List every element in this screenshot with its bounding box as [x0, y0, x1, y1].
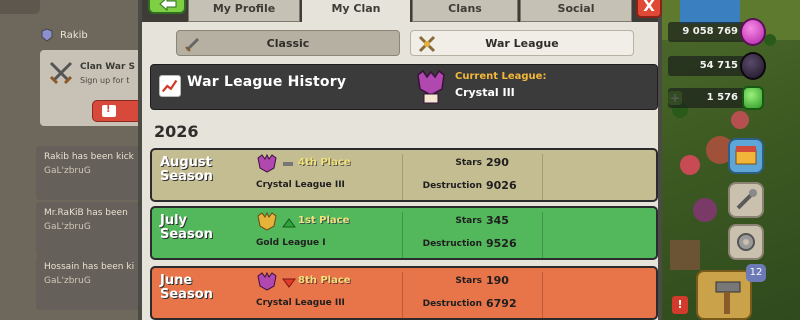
crystal-league-icon [257, 271, 277, 291]
chat-panel: Rakib Clan War S Sign up for t Rakib has… [0, 0, 138, 320]
stars-value: 190 [486, 274, 509, 287]
league-name: Crystal League III [256, 180, 345, 190]
season-name: August Season [160, 155, 213, 184]
stars-label: Stars [455, 158, 482, 168]
season-name: June Season [160, 273, 213, 302]
row-divider [402, 272, 403, 318]
row-divider [542, 212, 543, 258]
crystal-league-icon [417, 69, 445, 104]
info-icon [102, 104, 116, 117]
chat-message-text: Hossain has been ki [44, 262, 135, 272]
league-name: Gold League I [256, 238, 326, 248]
close-button[interactable]: X [636, 0, 662, 18]
war-league-history-header: War League History Current League: Cryst… [150, 64, 658, 110]
season-row-july[interactable]: July Season 1st Place Gold League I Stars… [150, 206, 658, 260]
sword-icon [185, 37, 200, 52]
settings-button[interactable] [728, 224, 764, 260]
place-same-icon [283, 162, 293, 166]
clan-war-card[interactable]: Clan War S Sign up for t [40, 50, 138, 126]
destruction-value: 6792 [486, 297, 517, 310]
tools-icon [736, 189, 757, 210]
gem-icon [742, 86, 764, 110]
chat-message-text: Mr.RaKiB has been [44, 208, 128, 218]
builder-base-button[interactable] [696, 270, 752, 320]
stars-value: 345 [486, 214, 509, 227]
classic-label: Classic [266, 36, 310, 50]
chat-user[interactable]: Rakib [40, 28, 88, 42]
row-divider [402, 212, 403, 258]
stars-value: 290 [486, 156, 509, 169]
back-button[interactable] [148, 0, 186, 14]
layout-editor-button[interactable] [728, 182, 764, 218]
chat-message-text: Rakib has been kick [44, 152, 134, 162]
row-divider [542, 272, 543, 318]
current-league-value: Crystal III [455, 86, 515, 99]
chat-message: Rakib has been kick GaL'zbruG [36, 146, 138, 200]
chat-message: Hossain has been ki GaL'zbruG [36, 256, 138, 310]
war-league-label: War League [485, 36, 559, 50]
destruction-label: Destruction [422, 181, 482, 191]
stars-label: Stars [455, 276, 482, 286]
gear-icon [737, 233, 755, 251]
season-name: July Season [160, 213, 213, 242]
crystal-league-icon [257, 153, 277, 173]
crossed-swords-icon [49, 61, 73, 85]
gems-counter: 1 576 [668, 88, 746, 108]
war-league-icon [418, 35, 436, 53]
clan-badge-icon [41, 28, 53, 42]
season-row-august[interactable]: August Season 4th Place Crystal League II… [150, 148, 658, 202]
destruction-label: Destruction [422, 239, 482, 249]
current-league-label: Current League: [455, 71, 547, 82]
chart-icon [159, 75, 181, 97]
chat-message-author: GaL'zbruG [44, 166, 91, 176]
clan-war-subtitle: Sign up for t [80, 76, 130, 85]
alert-badge[interactable]: ! [672, 296, 688, 314]
clan-war-title: Clan War S [80, 62, 136, 72]
shop-button[interactable] [728, 138, 764, 174]
tab-social[interactable]: Social [520, 0, 632, 22]
dark-elixir-counter: 54 715 [668, 56, 746, 76]
place-up-icon [282, 218, 296, 228]
stars-label: Stars [455, 216, 482, 226]
chat-message-author: GaL'zbruG [44, 222, 91, 232]
row-divider [402, 154, 403, 200]
dark-elixir-icon [740, 52, 766, 80]
chat-top-strip [0, 0, 40, 14]
league-name: Crystal League III [256, 298, 345, 308]
place: 8th Place [298, 275, 351, 286]
history-title: War League History [187, 74, 347, 90]
place: 4th Place [298, 157, 351, 168]
hammer-icon [715, 281, 741, 314]
destruction-value: 9526 [486, 237, 517, 250]
tab-clans[interactable]: Clans [412, 0, 518, 22]
chat-message-author: GaL'zbruG [44, 276, 91, 286]
builder-count-badge: 12 [746, 264, 766, 282]
row-divider [542, 154, 543, 200]
elixir-counter: 9 058 769 [668, 22, 746, 42]
tab-my-clan[interactable]: My Clan [302, 0, 410, 22]
war-league-toggle[interactable]: War League [410, 30, 634, 56]
clan-panel: My Profile My Clan Clans Social X Classi… [138, 0, 662, 320]
chat-message: Mr.RaKiB has been GaL'zbruG [36, 202, 138, 256]
tab-my-profile[interactable]: My Profile [188, 0, 300, 22]
destruction-label: Destruction [422, 299, 482, 309]
gold-league-icon [257, 211, 277, 231]
place: 1st Place [298, 215, 350, 226]
year-heading: 2026 [154, 122, 199, 141]
chat-user-name: Rakib [60, 29, 88, 41]
clan-war-info-button[interactable] [92, 100, 138, 122]
classic-toggle[interactable]: Classic [176, 30, 400, 56]
elixir-icon [740, 18, 766, 46]
arrow-left-icon [159, 0, 177, 11]
place-down-icon [282, 278, 296, 288]
destruction-value: 9026 [486, 179, 517, 192]
shop-icon [735, 146, 757, 165]
season-row-june[interactable]: June Season 8th Place Crystal League III … [150, 266, 658, 320]
